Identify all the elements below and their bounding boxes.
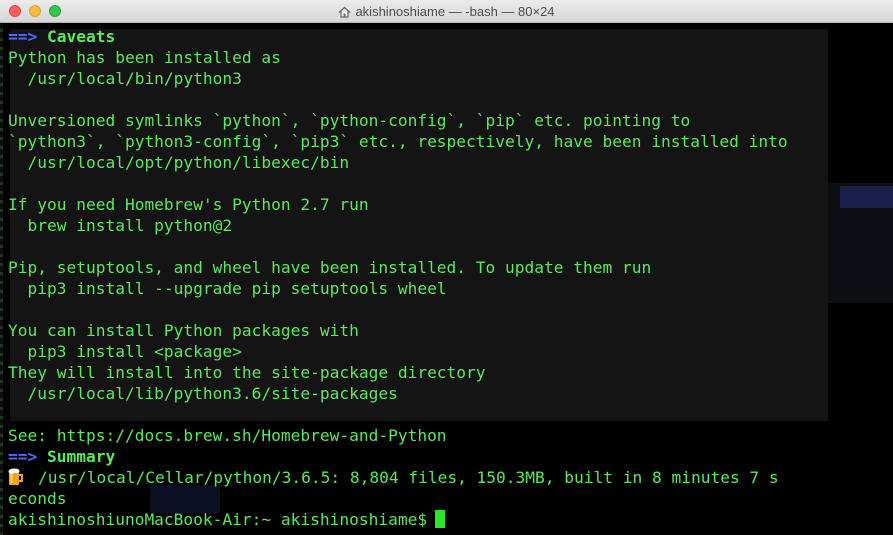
- output-line: pip3 install <package>: [8, 342, 242, 361]
- beer-mug-icon: [8, 468, 24, 486]
- summary-line: /usr/local/Cellar/python/3.6.5: 8,804 fi…: [8, 467, 893, 488]
- title-bar[interactable]: akishinoshiame — -bash — 80×24: [0, 0, 893, 23]
- output-line: brew install python@2: [8, 216, 233, 235]
- summary-heading: Summary: [47, 447, 116, 466]
- window-title: akishinoshiame — -bash — 80×24: [0, 0, 893, 23]
- house-icon: [338, 2, 351, 25]
- terminal-output[interactable]: ==> Caveats Python has been installed as…: [8, 26, 893, 535]
- output-line: They will install into the site-package …: [8, 363, 486, 382]
- output-line: `python3`, `python3-config`, `pip3` etc.…: [8, 132, 788, 151]
- output-line: /usr/local/lib/python3.6/site-packages: [8, 384, 398, 403]
- background-stripe: [0, 23, 3, 535]
- window-title-text: akishinoshiame — -bash — 80×24: [355, 4, 555, 19]
- output-line: Unversioned symlinks `python`, `python-c…: [8, 111, 691, 130]
- text-cursor: [435, 510, 446, 528]
- output-line: pip3 install --upgrade pip setuptools wh…: [8, 279, 447, 298]
- caveats-arrow: ==>: [8, 27, 38, 46]
- summary-text: /usr/local/Cellar/python/3.6.5: 8,804 fi…: [38, 468, 779, 487]
- summary-arrow: ==>: [8, 447, 38, 466]
- prompt-line[interactable]: akishinoshiunoMacBook-Air:~ akishinoshia…: [8, 509, 893, 530]
- terminal-window: akishinoshiame — -bash — 80×24 ==> Cavea…: [0, 0, 893, 535]
- shell-prompt: akishinoshiunoMacBook-Air:~ akishinoshia…: [8, 510, 428, 529]
- output-line: You can install Python packages with: [8, 321, 359, 340]
- caveats-heading: Caveats: [47, 27, 116, 46]
- output-line: econds: [8, 489, 67, 508]
- output-line: Python has been installed as: [8, 48, 281, 67]
- caveats-heading-line: ==> Caveats: [8, 26, 893, 47]
- output-line: /usr/local/opt/python/libexec/bin: [8, 153, 350, 172]
- output-line: If you need Homebrew's Python 2.7 run: [8, 195, 369, 214]
- output-line: See: https://docs.brew.sh/Homebrew-and-P…: [8, 426, 447, 445]
- summary-heading-line: ==> Summary: [8, 446, 893, 467]
- output-line: /usr/local/bin/python3: [8, 69, 242, 88]
- output-line: Pip, setuptools, and wheel have been ins…: [8, 258, 652, 277]
